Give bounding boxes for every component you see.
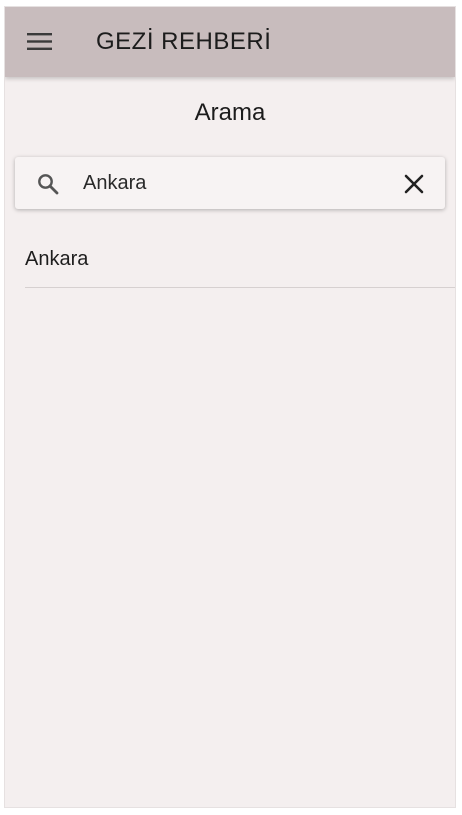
app-screen: GEZİ REHBERİ Arama Ankara	[5, 7, 455, 807]
search-input[interactable]	[83, 169, 383, 197]
app-bar: GEZİ REHBERİ	[5, 7, 455, 77]
results-list: Ankara	[25, 227, 455, 288]
clear-search-button[interactable]	[401, 171, 427, 197]
page-title: Arama	[194, 99, 266, 126]
close-icon	[404, 174, 424, 194]
list-item[interactable]: Ankara	[25, 227, 455, 288]
hamburger-menu-icon	[27, 33, 52, 50]
app-title: GEZİ REHBERİ	[96, 28, 272, 55]
search-bar	[15, 157, 445, 209]
list-item-label: Ankara	[25, 248, 89, 270]
search-icon	[38, 174, 59, 195]
menu-button[interactable]	[27, 31, 52, 52]
